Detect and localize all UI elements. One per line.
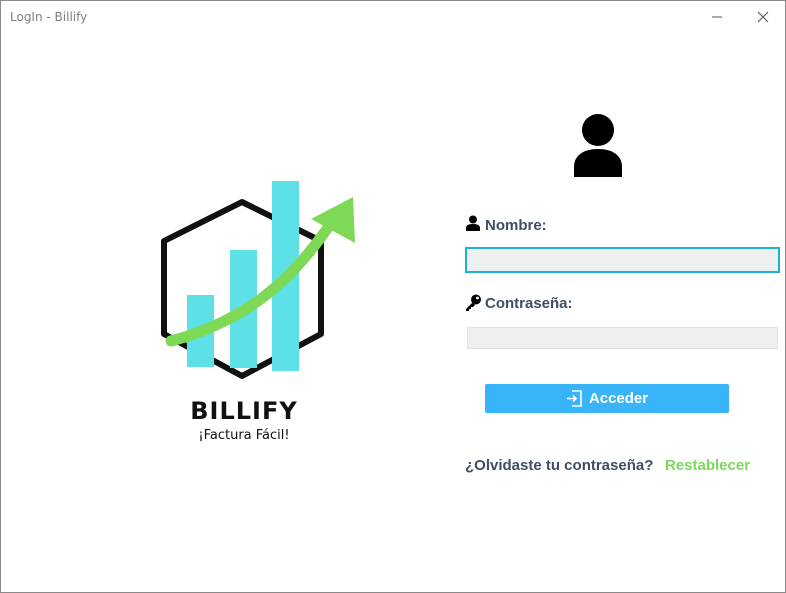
login-button-label: Acceder <box>588 390 649 407</box>
minimize-button[interactable] <box>694 1 740 32</box>
title-bar: LogIn - Billify <box>1 1 785 32</box>
logo-title: BILLIFY <box>190 397 298 425</box>
forgot-password-text: ¿Olvidaste tu contraseña? <box>465 457 654 474</box>
key-icon <box>466 294 481 311</box>
minimize-icon <box>712 16 722 18</box>
password-input[interactable] <box>467 327 778 349</box>
login-button[interactable]: Acceder <box>485 384 729 413</box>
password-label: Contraseña: <box>485 295 573 312</box>
close-button[interactable] <box>740 1 786 32</box>
close-icon <box>757 11 769 23</box>
user-avatar-icon <box>574 114 622 177</box>
user-icon <box>466 215 480 231</box>
sign-in-icon <box>566 390 582 407</box>
billify-logo <box>161 181 355 379</box>
reset-password-link[interactable]: Restablecer <box>665 457 750 474</box>
logo-subtitle: ¡Factura Fácil! <box>198 428 290 443</box>
username-label: Nombre: <box>485 217 547 234</box>
window-title: LogIn - Billify <box>10 10 88 24</box>
username-input[interactable] <box>465 247 780 273</box>
login-window: LogIn - Billify BILLIFY ¡Factura Fácil! <box>0 0 786 593</box>
